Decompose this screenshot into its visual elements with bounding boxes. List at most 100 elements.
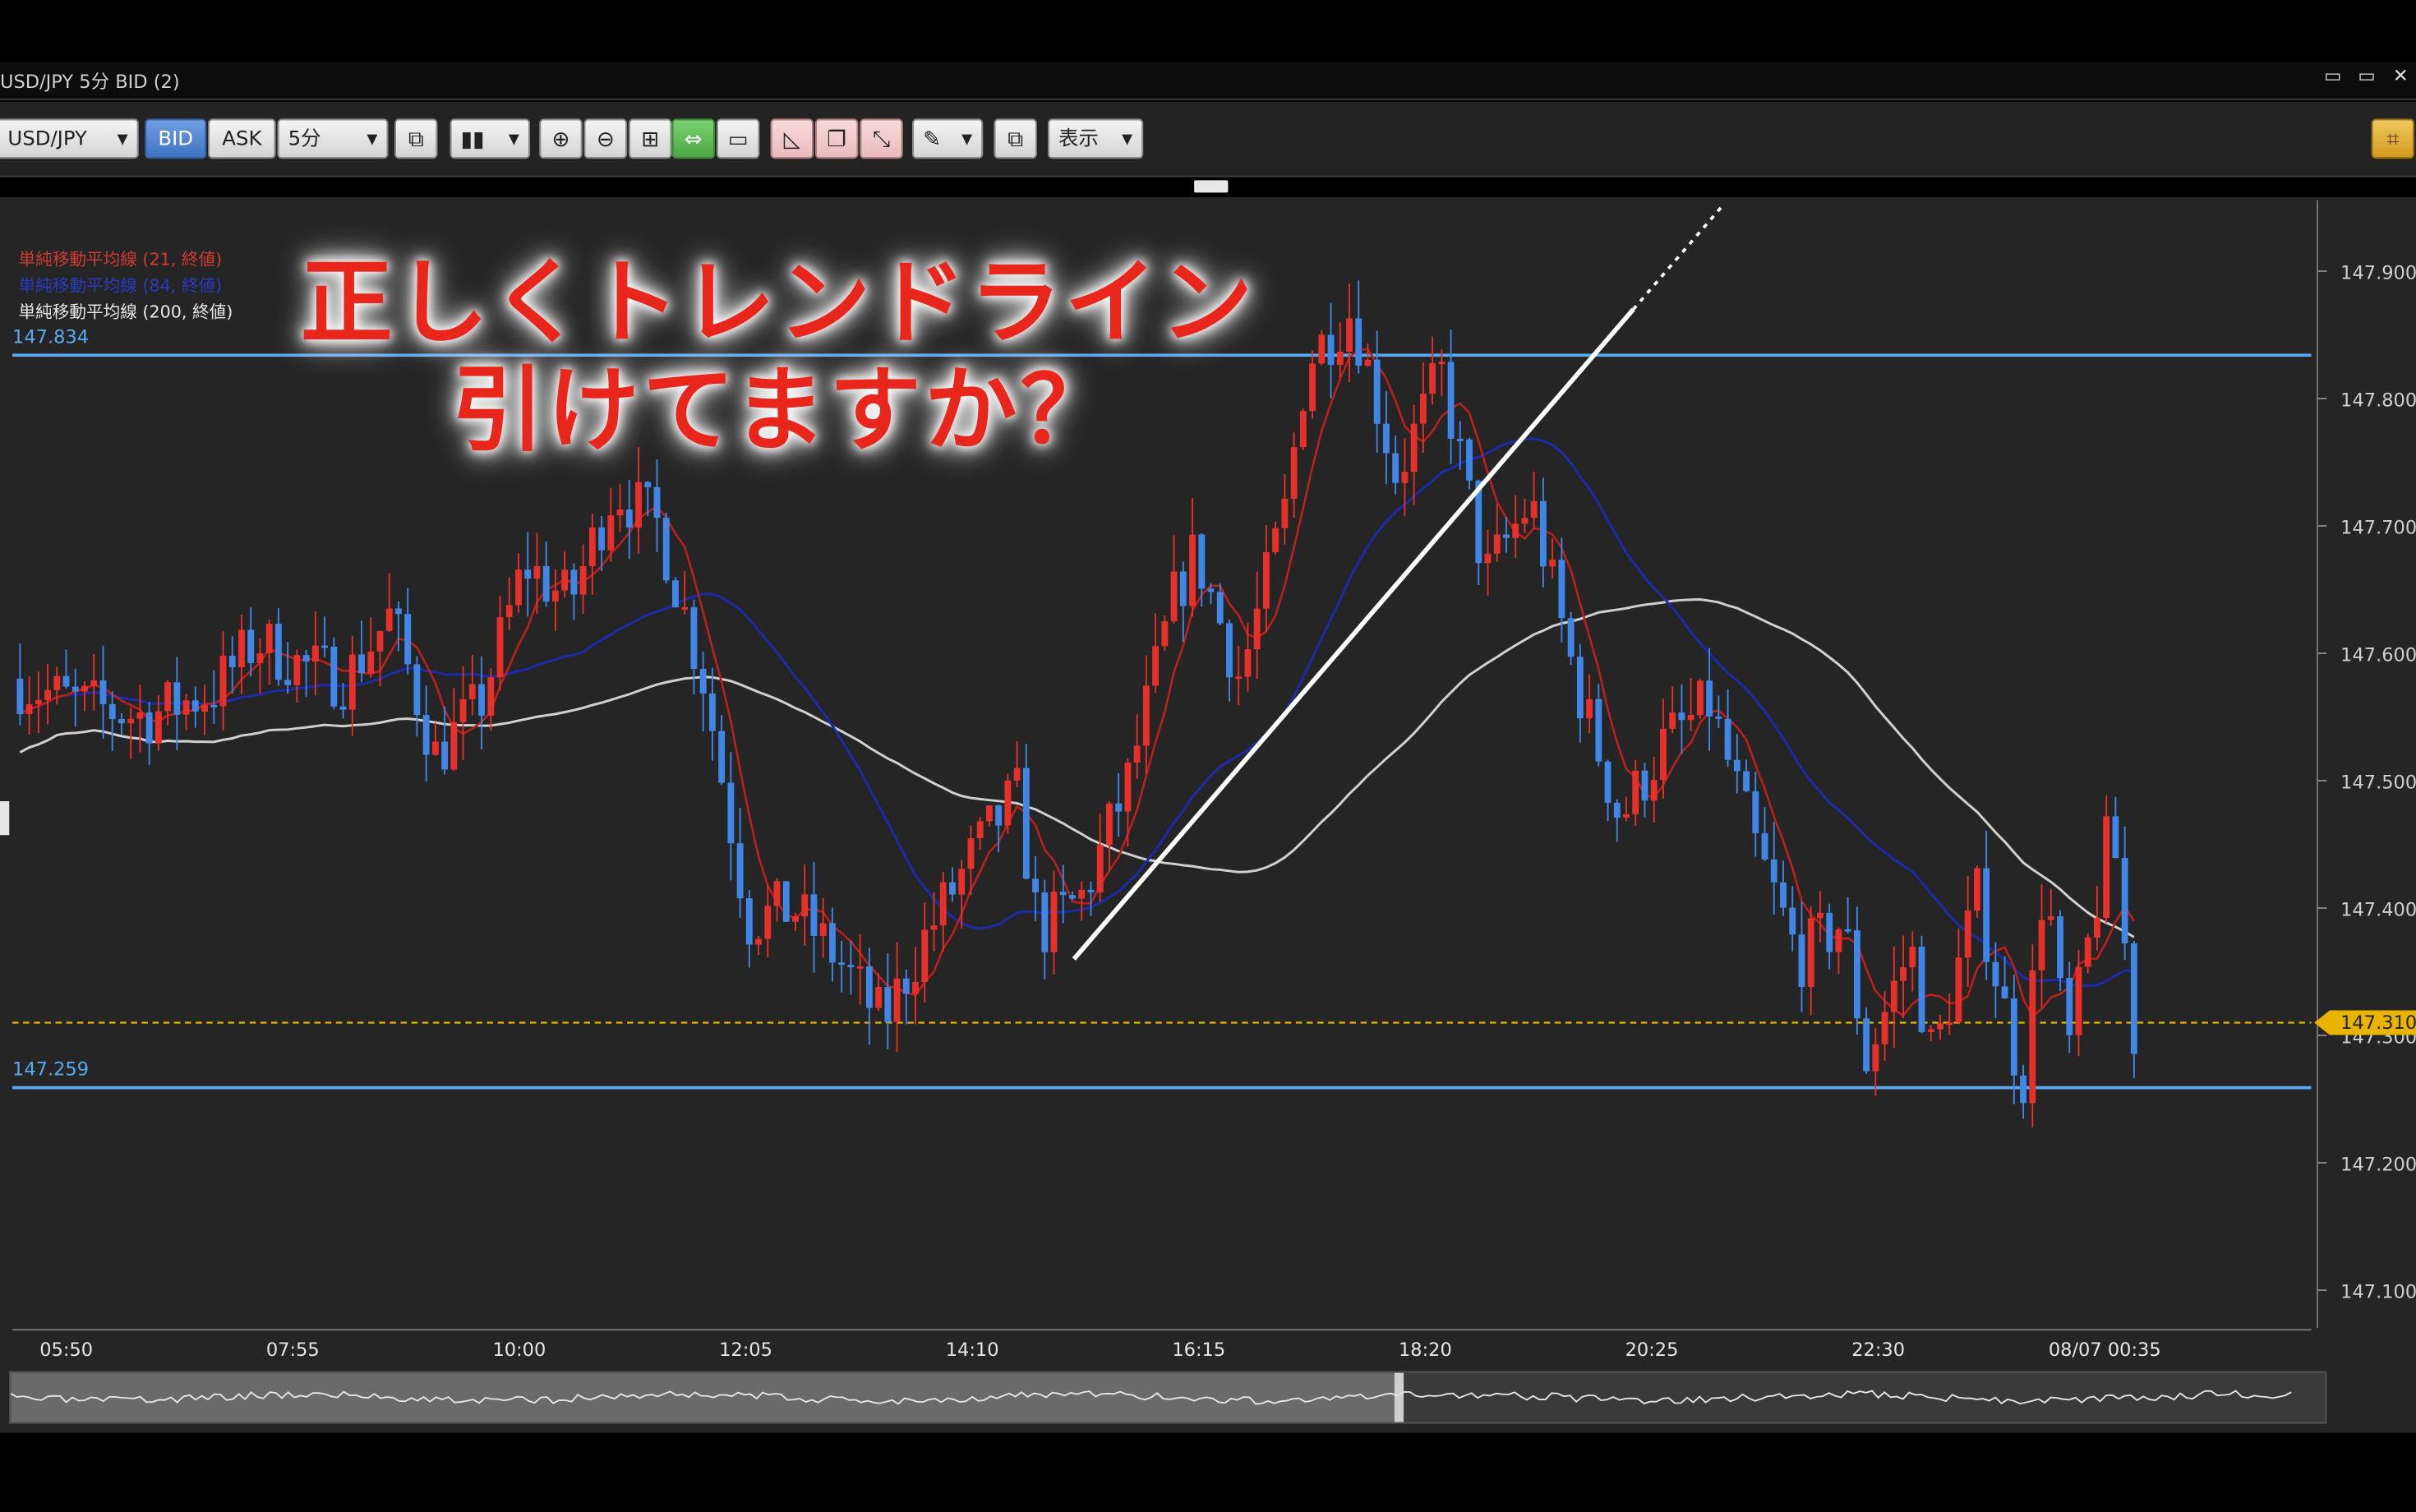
candle-body [256,653,264,663]
candle-body [1041,892,1049,952]
ma200-line [19,598,2135,938]
candle-body [293,655,301,685]
legend-ma84: 単純移動平均線 (84, 終値) [18,275,223,296]
candle-body [792,916,799,922]
candle-body [1493,534,1501,554]
ma84-line [19,437,2134,988]
candle-body [173,682,181,715]
candle-body [616,509,624,516]
left-resize-handle[interactable] [0,801,10,836]
candle-body [191,700,199,712]
candle-body [1318,334,1326,364]
candle-body [385,608,393,631]
candle-body [376,630,384,652]
y-tick-label: 147.900 [2340,262,2416,284]
candle-body [1410,423,1418,472]
candle-body [1466,439,1473,481]
candle-body [801,894,809,917]
candle-body [367,651,375,674]
candle-body [487,677,495,716]
candle-body [228,655,236,667]
candle-body [496,617,504,678]
candle-body [1927,1029,1934,1032]
candle-body [588,527,596,566]
candle-body [311,645,319,662]
candle-body [358,654,365,674]
candle-body [985,805,993,822]
candle-body [1272,528,1279,552]
candle-body [2075,966,2082,1035]
candle-body [976,821,984,839]
trading-window: USD/JPY 5分 BID (2) ▭ ▭ ✕ USD/JPY ▼ BID AS… [0,0,2416,1512]
candle-body [1521,518,1528,524]
candle-body [921,929,929,983]
candle-body [1133,745,1141,763]
candle-body [2121,858,2128,943]
navigator-bar[interactable] [9,1371,2327,1424]
candle-body [1115,803,1123,812]
candle-body [995,805,1003,826]
candle-body [1503,534,1510,538]
candle-body [2057,916,2063,979]
candle-body [1262,551,1270,609]
candle-body [2112,816,2119,859]
candle-body [321,645,329,648]
candle-body [1299,411,1307,448]
candle-body [2103,816,2110,919]
candle-body [81,685,88,692]
candle-body [1890,980,1897,1012]
candle-body [967,838,975,869]
candle-body [1678,712,1685,721]
candle-body [672,580,679,608]
x-tick-label: 12:05 [719,1339,772,1361]
candle-body [1198,534,1206,589]
candle-body [1549,560,1556,567]
candle-body [404,614,412,665]
price-chart[interactable]: 147.834 147.259 147.900 147.800 147.700 147.… [0,0,2416,1511]
candle-body [1429,362,1436,394]
candle-body [1983,868,1990,962]
candle-body [2130,943,2137,1054]
candle-body [182,700,190,715]
candle-body [1715,716,1722,719]
caption-overlay: 正しくトレンドライン 引けてますか？ [301,250,1256,466]
candle-body [1346,318,1353,352]
candle-body [2029,970,2036,1104]
candle-body [1309,363,1316,412]
candle-body [247,629,255,663]
y-tick-label: 147.700 [2340,517,2416,538]
candle-body [284,680,292,685]
candle-body [681,607,689,610]
indicator-legend: 単純移動平均線 (21, 終値) 単純移動平均線 (84, 終値) 単純移動平均… [19,247,233,325]
candle-body [302,655,310,662]
candle-body [579,565,587,595]
candle-body [1586,698,1593,719]
x-tick-label: 10:00 [492,1339,546,1361]
candle-body [764,906,772,939]
candle-body [736,843,744,899]
candle-body [1484,553,1492,564]
candle-body [773,881,781,906]
candle-body [127,718,135,724]
candle-body [1022,768,1030,879]
candle-body [1835,929,1842,952]
candle-body [1456,439,1464,441]
candle-body [1364,359,1372,366]
y-tick-label: 147.800 [2340,390,2416,411]
candle-body [1419,394,1427,424]
candle-body [1881,1012,1888,1044]
candle-body [154,711,162,744]
candle-body [1872,1044,1879,1072]
candle-body [1373,359,1381,424]
candle-body [62,675,70,687]
candle-body [145,712,153,744]
candle-body [1327,334,1335,366]
candle-body [782,881,790,922]
candle-body [53,675,61,690]
candle-body [201,704,208,712]
y-tick-label: 147.500 [2340,772,2416,793]
candle-body [524,569,532,579]
candle-body [1207,588,1215,592]
candle-body [533,565,541,579]
candle-body [2094,918,2100,938]
